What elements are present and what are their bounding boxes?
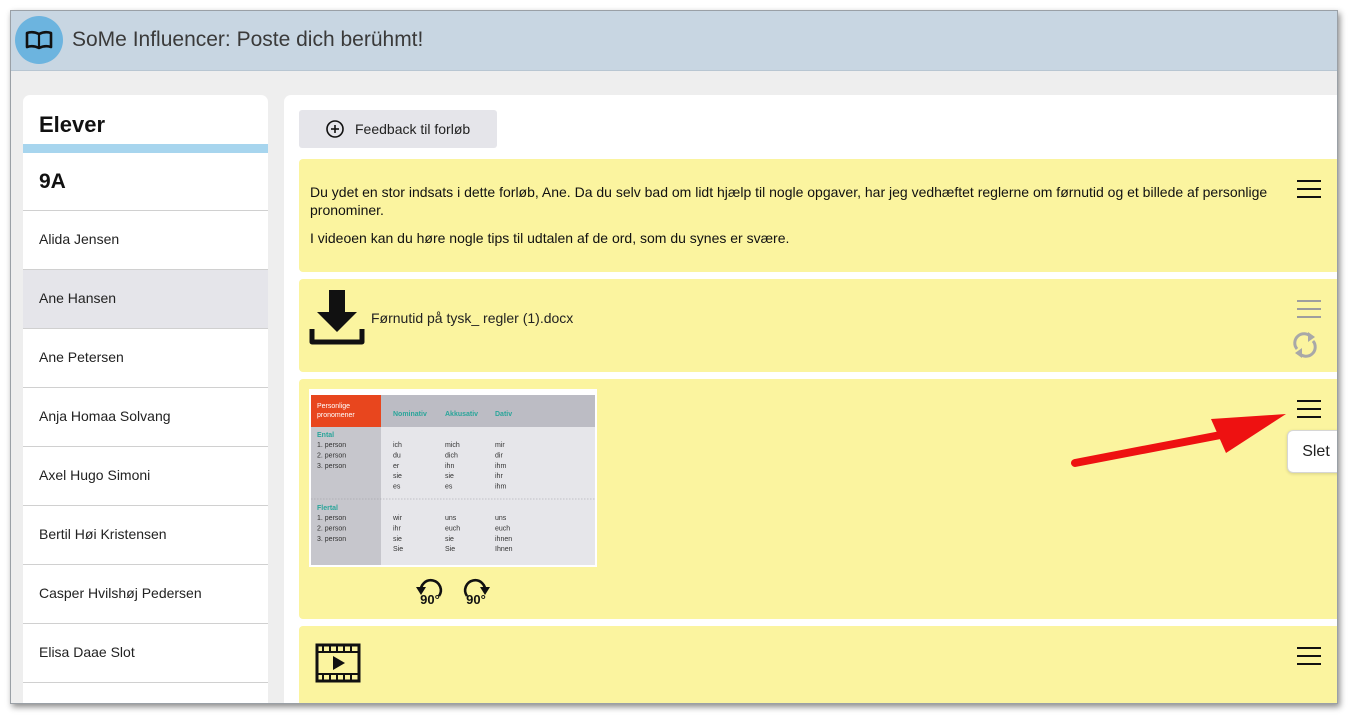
menu-icon[interactable] <box>1297 300 1321 320</box>
student-item[interactable]: Alida Jensen <box>23 211 268 270</box>
table-cell: sie <box>393 536 402 543</box>
message-paragraph: I videoen kan du høre nogle tips til udt… <box>310 230 790 246</box>
file-card: Førnutid på tysk_ regler (1).docx <box>299 279 1337 372</box>
menu-icon[interactable] <box>1297 180 1321 200</box>
table-cell: Sie <box>393 546 403 553</box>
student-item[interactable]: Casper Hvilshøj Pedersen <box>23 565 268 624</box>
table-column-header: Akkusativ <box>445 411 478 418</box>
rotate-right-degrees: 90° <box>466 592 486 606</box>
message-card: Du ydet en stor indsats i dette forløb, … <box>299 159 1337 272</box>
download-icon[interactable] <box>309 289 365 345</box>
table-person-label: 1. person <box>317 515 346 522</box>
video-card <box>299 626 1337 703</box>
sidebar-title: Elever <box>23 95 268 153</box>
feedback-message: Du ydet en stor indsats i dette forløb, … <box>310 183 1270 247</box>
table-cell: dich <box>445 452 458 459</box>
sync-icon[interactable] <box>1291 329 1319 361</box>
feedback-panel: Feedback til forløb Du ydet en stor inds… <box>284 95 1337 703</box>
student-item[interactable]: Bertil Høi Kristensen <box>23 506 268 565</box>
plus-circle-icon <box>326 120 344 138</box>
table-cell: ihr <box>393 525 401 532</box>
table-column-header: Dativ <box>495 411 512 418</box>
table-person-label: 1. person <box>317 442 346 449</box>
student-sidebar: Elever 9A Alida Jensen Ane Hansen Ane Pe… <box>23 95 268 703</box>
table-cell: ihm <box>495 463 506 470</box>
table-group-label: Flertal <box>317 505 338 512</box>
table-cell: ihnen <box>495 536 512 543</box>
top-bar: SoMe Influencer: Poste dich berühmt! <box>11 11 1337 71</box>
rotate-left-degrees: 90° <box>420 592 440 606</box>
open-book-icon[interactable] <box>15 16 63 64</box>
table-cell: es <box>393 484 401 491</box>
table-cell: euch <box>495 525 510 532</box>
feedback-course-button[interactable]: Feedback til forløb <box>299 110 497 148</box>
table-cell: ihm <box>495 484 506 491</box>
table-column-header: Nominativ <box>393 411 427 418</box>
table-corner-text: pronomener <box>317 412 355 419</box>
table-cell: uns <box>495 515 507 522</box>
table-cell: wir <box>392 515 403 522</box>
rotate-left-icon[interactable]: 90° <box>413 576 447 606</box>
table-cell: er <box>393 463 400 470</box>
app-title: SoMe Influencer: Poste dich berühmt! <box>72 28 424 51</box>
table-cell: sie <box>393 473 402 480</box>
table-person-label: 3. person <box>317 536 346 543</box>
app-window: SoMe Influencer: Poste dich berühmt! Ele… <box>10 10 1338 704</box>
table-cell: euch <box>445 525 460 532</box>
table-cell: ihn <box>445 463 454 470</box>
table-person-label: 2. person <box>317 452 346 459</box>
table-person-label: 2. person <box>317 525 346 532</box>
video-icon[interactable] <box>315 643 361 683</box>
table-cell: mir <box>495 442 505 449</box>
table-cell: dir <box>495 452 503 459</box>
student-item[interactable]: Elisa Daae Slot <box>23 624 268 683</box>
table-person-label: 3. person <box>317 463 346 470</box>
feedback-course-label: Feedback til forløb <box>355 121 471 137</box>
table-cell: sie <box>445 473 454 480</box>
table-cell: Ihnen <box>495 546 513 553</box>
student-item-selected[interactable]: Ane Hansen <box>23 270 268 329</box>
table-cell: mich <box>445 442 460 449</box>
table-corner-cell <box>311 395 381 427</box>
table-cell: Sie <box>445 546 455 553</box>
student-item[interactable]: Ane Petersen <box>23 329 268 388</box>
pronoun-table-image[interactable]: Personlige pronomener Nominativ Akkusativ Da… <box>309 389 597 567</box>
student-item[interactable]: Axel Hugo Simoni <box>23 447 268 506</box>
menu-icon[interactable] <box>1297 647 1321 667</box>
table-corner-text: Personlige <box>317 403 350 410</box>
annotation-arrow <box>1071 414 1286 467</box>
student-item[interactable]: Anja Homaa Solvang <box>23 388 268 447</box>
table-cell: ihr <box>495 473 503 480</box>
table-group-label: Ental <box>317 432 334 439</box>
table-cell: ich <box>393 442 402 449</box>
table-cell: uns <box>445 515 457 522</box>
table-cell: es <box>445 484 453 491</box>
message-paragraph: Du ydet en stor indsats i dette forløb, … <box>310 184 1268 218</box>
rotate-right-icon[interactable]: 90° <box>459 576 493 606</box>
class-heading: 9A <box>23 153 268 211</box>
file-name[interactable]: Førnutid på tysk_ regler (1).docx <box>371 310 573 326</box>
table-cell: du <box>393 452 401 459</box>
table-cell: sie <box>445 536 454 543</box>
